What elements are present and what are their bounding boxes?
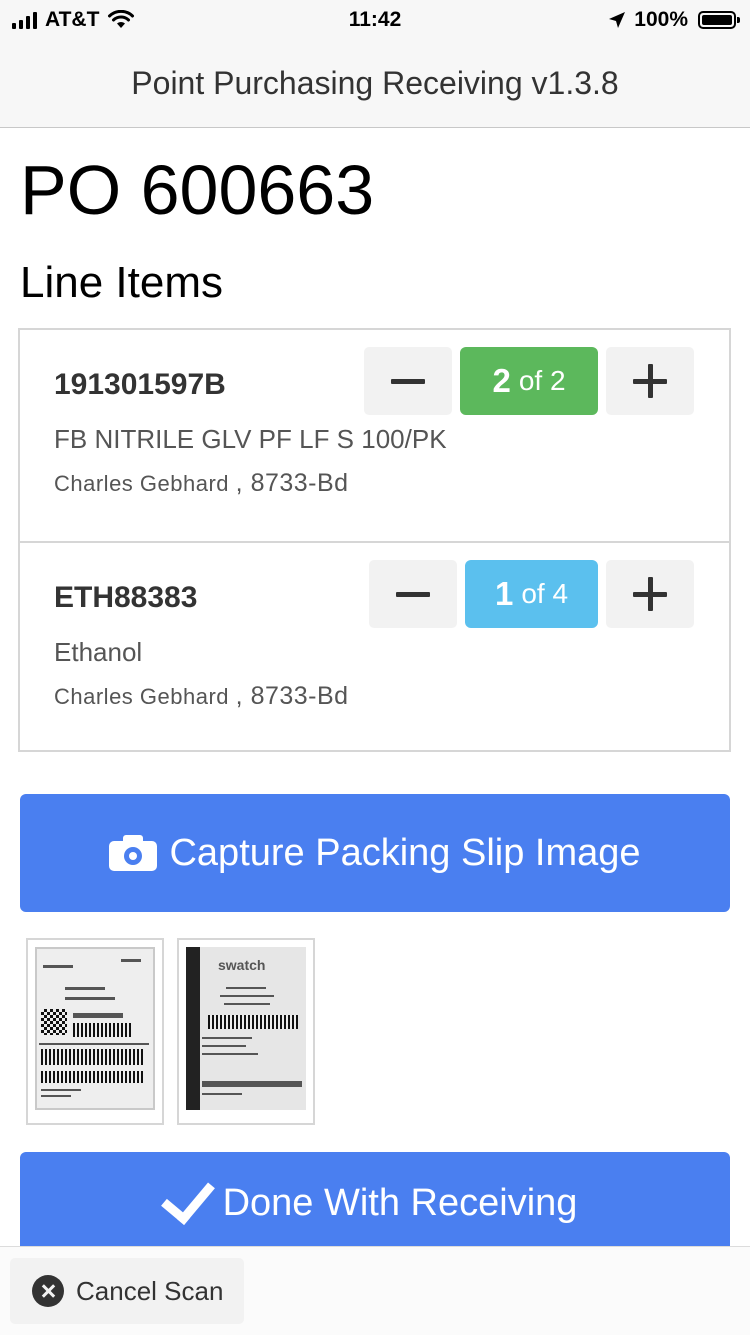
total-count: of 4 [521,578,569,609]
requester-location: , 8733-Bd [235,469,349,497]
status-bar: AT&T 11:42 100% [0,0,750,40]
packing-slip-photo [35,947,155,1110]
decrement-button[interactable] [364,347,452,415]
line-item: ETH88383 Ethanol Charles Gebhard , 8733-… [20,541,729,754]
app-header: Point Purchasing Receiving v1.3.8 [0,40,750,128]
capture-packing-slip-button[interactable]: Capture Packing Slip Image [20,794,730,912]
plus-icon [633,577,667,611]
minus-icon [391,378,425,384]
increment-button[interactable] [606,347,694,415]
checkmark-icon [160,1168,215,1225]
line-item: 191301597B FB NITRILE GLV PF LF S 100/PK… [20,330,729,541]
item-sku: 191301597B [54,368,226,401]
item-description: FB NITRILE GLV PF LF S 100/PK [54,424,447,454]
decrement-button[interactable] [369,560,457,628]
footer-bar: Cancel Scan [0,1246,750,1335]
capture-label: Capture Packing Slip Image [169,831,641,874]
packing-slip-thumbnail[interactable] [26,938,164,1125]
battery-icon [698,11,740,29]
receipt-photo: swatch [186,947,306,1110]
increment-button[interactable] [606,560,694,628]
cancel-scan-button[interactable]: Cancel Scan [10,1258,244,1324]
requester-name: Charles Gebhard [54,684,230,709]
battery-percent: 100% [634,8,688,31]
requester-name: Charles Gebhard [54,471,230,496]
quantity-badge: 1 of 4 [465,560,598,628]
received-count: 1 [494,575,514,612]
done-label: Done With Receiving [222,1182,578,1224]
location-arrow-icon [609,12,626,28]
item-description: Ethanol [54,637,143,667]
line-items-heading: Line Items [20,258,223,307]
receipt-thumbnail[interactable]: swatch [177,938,315,1125]
item-sku: ETH88383 [54,581,198,614]
receipt-logo: swatch [218,957,266,973]
total-count: of 2 [518,365,566,396]
item-requester: Charles Gebhard , 8733-Bd [54,682,349,711]
cancel-label: Cancel Scan [76,1275,224,1306]
po-title: PO 600663 [20,151,375,229]
quantity-badge: 2 of 2 [460,347,598,415]
received-count: 2 [492,362,511,399]
minus-icon [396,591,430,597]
requester-location: , 8733-Bd [235,682,349,710]
app-title: Point Purchasing Receiving v1.3.8 [131,65,619,101]
line-items-list: 191301597B FB NITRILE GLV PF LF S 100/PK… [18,328,731,752]
status-right: 100% [608,8,740,32]
camera-icon [109,835,158,871]
plus-icon [633,364,667,398]
close-circle-icon [32,1275,64,1307]
item-requester: Charles Gebhard , 8733-Bd [54,469,349,498]
